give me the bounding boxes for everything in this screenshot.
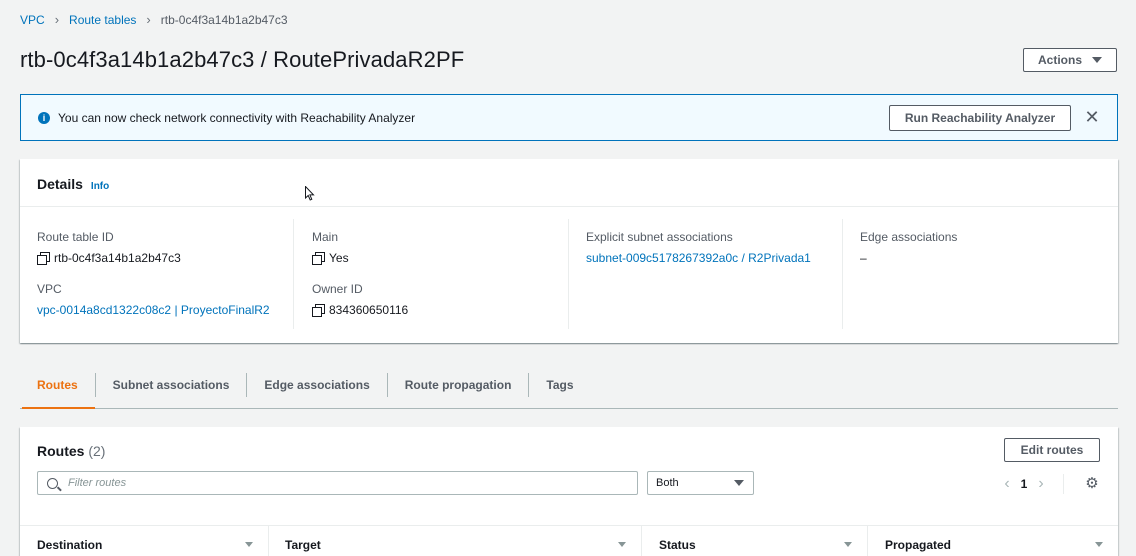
divider	[1063, 474, 1064, 494]
run-reachability-analyzer-button[interactable]: Run Reachability Analyzer	[889, 105, 1071, 131]
owner-id-field: Owner ID 834360650116	[312, 282, 408, 317]
column-header-label: Target	[285, 537, 321, 552]
mouse-cursor-icon	[305, 186, 315, 201]
main-value: Yes	[329, 251, 349, 265]
owner-id-value: 834360650116	[329, 303, 409, 317]
search-icon	[47, 477, 58, 489]
gear-icon[interactable]: ⚙	[1084, 476, 1100, 492]
sort-icon[interactable]	[245, 542, 253, 547]
sort-icon[interactable]	[844, 542, 852, 547]
details-column-4: Edge associations –	[842, 219, 1102, 329]
column-header-propagated[interactable]: Propagated	[868, 526, 1118, 556]
caret-down-icon	[1092, 57, 1102, 63]
field-value: 834360650116	[312, 303, 408, 317]
details-title: Details	[37, 176, 83, 192]
filter-routes-input[interactable]	[68, 477, 568, 489]
copy-icon[interactable]	[37, 252, 50, 265]
copy-icon[interactable]	[312, 304, 325, 317]
field-label: Explicit subnet associations	[586, 230, 733, 244]
field-label: Route table ID	[37, 230, 114, 244]
field-value: –	[860, 251, 957, 265]
vpc-field: VPC vpc-0014a8cd1322c08c2 | ProyectoFina…	[37, 282, 270, 317]
field-value: subnet-009c5178267392a0c / R2Privada1	[586, 251, 811, 265]
close-icon[interactable]: ✕	[1083, 108, 1101, 126]
explicit-subnet-field: Explicit subnet associations subnet-009c…	[586, 230, 811, 265]
sort-icon[interactable]	[618, 542, 626, 547]
routes-table-header: Destination Target Status Propagated	[20, 525, 1118, 556]
tab-edge-associations[interactable]: Edge associations	[247, 373, 388, 397]
chevron-right-icon: ›	[54, 12, 60, 27]
tab-tags[interactable]: Tags	[529, 373, 590, 397]
field-label: VPC	[37, 282, 62, 296]
main-field: Main Yes	[312, 230, 349, 265]
route-table-id-value: rtb-0c4f3a14b1a2b47c3	[54, 251, 181, 265]
subnet-link[interactable]: subnet-009c5178267392a0c / R2Privada1	[586, 251, 811, 265]
chevron-left-icon[interactable]: ‹	[995, 475, 1019, 493]
actions-button[interactable]: Actions	[1023, 48, 1117, 72]
chevron-right-icon[interactable]: ›	[1029, 475, 1053, 493]
page-title: rtb-0c4f3a14b1a2b47c3 / RoutePrivadaR2PF	[20, 47, 465, 72]
details-column-3: Explicit subnet associations subnet-009c…	[568, 219, 842, 329]
info-link[interactable]: Info	[91, 181, 109, 192]
field-label: Owner ID	[312, 282, 363, 296]
flash-message: You can now check network connectivity w…	[58, 110, 416, 125]
edit-routes-button[interactable]: Edit routes	[1004, 438, 1100, 462]
details-column-1: Route table ID rtb-0c4f3a14b1a2b47c3 VPC…	[37, 219, 292, 329]
tab-bar: Routes Subnet associations Edge associat…	[20, 362, 1118, 409]
column-header-status[interactable]: Status	[642, 526, 868, 556]
routes-count: (2)	[88, 443, 106, 459]
details-panel: Details Info Route table ID rtb-0c4f3a14…	[20, 159, 1118, 343]
column-header-destination[interactable]: Destination	[20, 526, 269, 556]
caret-down-icon	[734, 480, 744, 486]
sort-icon[interactable]	[1095, 542, 1103, 547]
column-header-target[interactable]: Target	[269, 526, 642, 556]
select-value: Both	[656, 477, 679, 489]
column-header-label: Status	[659, 537, 696, 552]
page-number[interactable]: 1	[1019, 477, 1029, 491]
propagation-filter-select[interactable]: Both	[647, 471, 754, 495]
vpc-link[interactable]: vpc-0014a8cd1322c08c2 | ProyectoFinalR2	[37, 303, 270, 317]
details-grid: Route table ID rtb-0c4f3a14b1a2b47c3 VPC…	[20, 207, 1118, 342]
column-header-label: Destination	[37, 537, 103, 552]
actions-button-label: Actions	[1037, 53, 1082, 67]
tab-subnet-associations[interactable]: Subnet associations	[96, 373, 248, 397]
breadcrumb: VPC › Route tables › rtb-0c4f3a14b1a2b47…	[20, 12, 288, 27]
column-header-label: Propagated	[885, 537, 952, 552]
info-icon: i	[38, 111, 50, 124]
info-flash-banner: i You can now check network connectivity…	[20, 94, 1118, 141]
edge-associations-field: Edge associations –	[860, 230, 957, 265]
tab-route-propagation[interactable]: Route propagation	[388, 373, 530, 397]
filter-routes-field[interactable]	[37, 471, 638, 495]
chevron-right-icon: ›	[146, 12, 151, 27]
field-label: Main	[312, 230, 339, 244]
pagination: ‹ 1 › ⚙	[995, 474, 1100, 494]
tab-routes[interactable]: Routes	[20, 373, 96, 409]
breadcrumb-link-route-tables[interactable]: Route tables	[69, 13, 136, 27]
breadcrumb-link-vpc[interactable]: VPC	[20, 13, 45, 27]
field-value: vpc-0014a8cd1322c08c2 | ProyectoFinalR2	[37, 303, 270, 317]
details-header: Details Info	[20, 159, 1118, 207]
copy-icon[interactable]	[312, 252, 325, 265]
routes-title-text: Routes	[37, 443, 85, 459]
breadcrumb-current: rtb-0c4f3a14b1a2b47c3	[160, 12, 288, 27]
details-column-2: Main Yes Owner ID 834360650116	[293, 219, 568, 329]
field-value: rtb-0c4f3a14b1a2b47c3	[37, 251, 181, 265]
routes-title: Routes (2)	[37, 443, 105, 459]
route-table-id-field: Route table ID rtb-0c4f3a14b1a2b47c3	[37, 230, 181, 265]
field-value: Yes	[312, 251, 349, 265]
edge-associations-value: –	[860, 251, 867, 265]
routes-panel: Routes (2) Edit routes Both ‹ 1 › ⚙ Dest…	[20, 427, 1118, 556]
field-label: Edge associations	[860, 230, 958, 244]
